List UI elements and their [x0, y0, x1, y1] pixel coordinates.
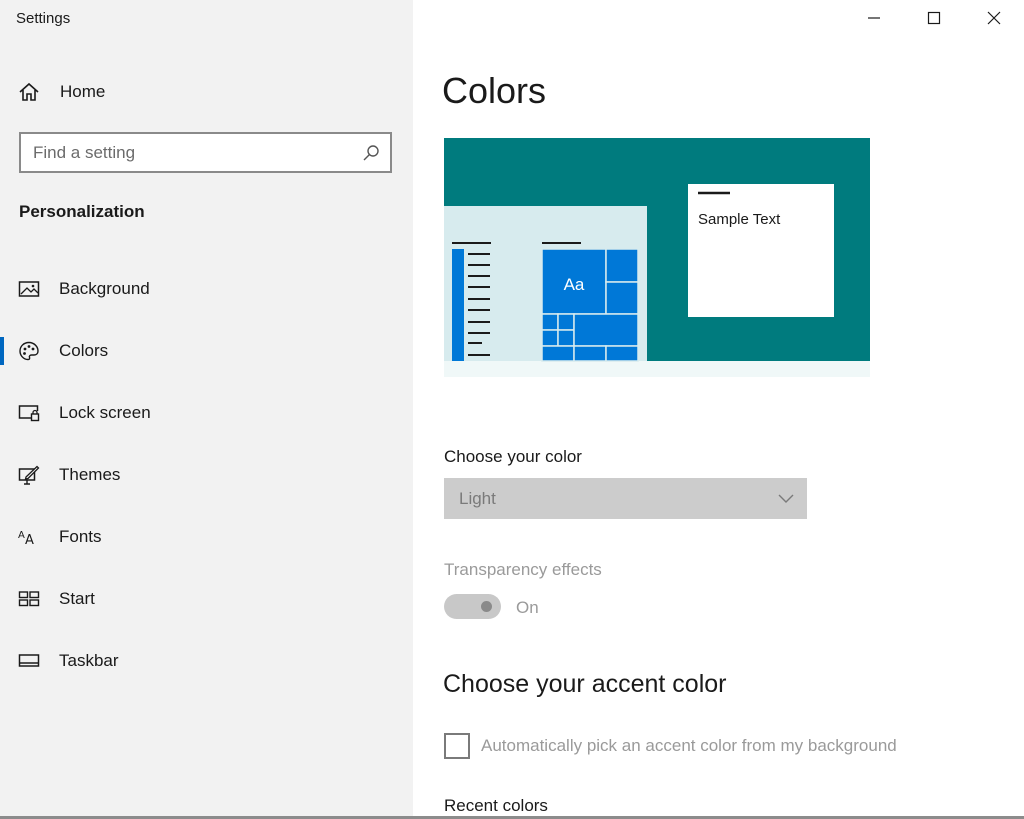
minimize-icon — [868, 17, 880, 19]
svg-text:A: A — [18, 530, 25, 541]
sidebar-item-taskbar[interactable]: Taskbar — [0, 639, 413, 683]
sidebar-item-label: Lock screen — [59, 403, 151, 422]
sidebar-item-label: Themes — [59, 465, 121, 484]
auto-accent-label: Automatically pick an accent color from … — [481, 736, 897, 755]
preview-tile-text: Aa — [564, 275, 585, 294]
sidebar-item-label: Taskbar — [59, 651, 119, 670]
preview-sample-text: Sample Text — [698, 211, 781, 228]
picture-icon — [18, 281, 40, 297]
preview-sample-window — [688, 184, 834, 317]
accent-heading: Choose your accent color — [443, 670, 727, 698]
close-icon — [987, 11, 1001, 25]
palette-icon — [19, 341, 39, 361]
home-label: Home — [60, 82, 106, 101]
sidebar-item-colors[interactable]: Colors — [0, 329, 413, 373]
chevron-down-icon — [778, 494, 794, 503]
themes-icon — [18, 465, 40, 485]
selection-indicator — [0, 337, 4, 365]
theme-preview: Aa Sample Text — [444, 138, 870, 377]
maximize-icon — [927, 11, 941, 25]
maximize-button[interactable] — [904, 0, 964, 36]
choose-color-dropdown[interactable]: Light — [444, 478, 807, 519]
close-button[interactable] — [964, 0, 1024, 36]
auto-accent-checkbox[interactable] — [444, 733, 470, 759]
toggle-knob — [481, 601, 492, 612]
section-title: Personalization — [19, 202, 145, 221]
sidebar-item-fonts[interactable]: A A Fonts — [0, 515, 413, 559]
sidebar-item-background[interactable]: Background — [0, 267, 413, 311]
choose-color-label: Choose your color — [444, 447, 582, 466]
transparency-label: Transparency effects — [444, 560, 602, 579]
search-input[interactable] — [33, 141, 353, 165]
page-title: Colors — [442, 70, 547, 111]
start-icon — [18, 591, 40, 607]
sidebar-item-label: Colors — [59, 341, 109, 360]
sidebar-item-lock-screen[interactable]: Lock screen — [0, 391, 413, 435]
lock-screen-icon — [18, 405, 40, 422]
window-controls — [844, 0, 1024, 36]
home-icon — [19, 82, 39, 101]
sidebar-item-home[interactable]: Home — [18, 78, 105, 106]
recent-colors-label: Recent colors — [444, 796, 548, 815]
sidebar: Settings Home Personalization Background — [0, 0, 413, 819]
sidebar-item-start[interactable]: Start — [0, 577, 413, 621]
search-box[interactable] — [19, 132, 392, 173]
transparency-state: On — [516, 598, 539, 617]
choose-color-value: Light — [459, 489, 496, 508]
sidebar-item-themes[interactable]: Themes — [0, 453, 413, 497]
transparency-toggle[interactable] — [444, 594, 501, 619]
sidebar-item-label: Start — [59, 589, 95, 608]
app-title: Settings — [16, 10, 71, 27]
fonts-icon: A A — [18, 530, 34, 547]
taskbar-icon — [18, 654, 40, 667]
sidebar-item-label: Fonts — [59, 527, 102, 546]
svg-text:A: A — [25, 533, 34, 547]
search-icon[interactable] — [362, 144, 380, 162]
sidebar-item-label: Background — [59, 279, 150, 298]
minimize-button[interactable] — [844, 0, 904, 36]
